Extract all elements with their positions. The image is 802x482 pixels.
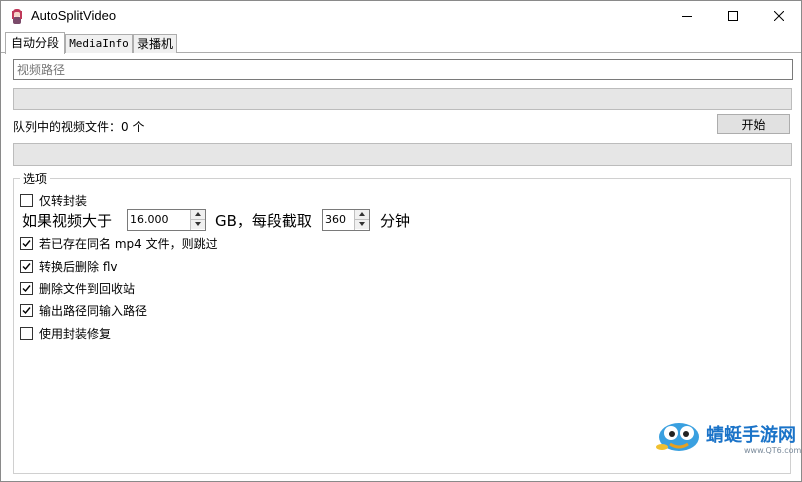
skip-existing-checkbox[interactable]: [20, 236, 33, 250]
maximize-icon: [728, 11, 738, 21]
size-gb-input[interactable]: [128, 210, 190, 228]
minimize-icon: [682, 11, 692, 21]
same-output-label: 输出路径同输入路径: [39, 303, 148, 318]
bottom-progress-bar: [13, 143, 792, 166]
same-output-checkbox[interactable]: [20, 303, 33, 317]
tab-recorder[interactable]: 录播机: [133, 34, 177, 53]
watermark-brand: 蜻蜓手游网: [706, 425, 796, 446]
start-button[interactable]: 开始: [717, 114, 790, 134]
use-fix-checkbox[interactable]: [20, 326, 33, 340]
options-group-title: 选项: [20, 170, 51, 187]
minutes-up-button[interactable]: [355, 210, 369, 220]
video-path-input[interactable]: [13, 59, 793, 80]
minutes-down-button[interactable]: [355, 220, 369, 229]
top-progress-bar: [13, 88, 792, 110]
maximize-button[interactable]: [710, 1, 756, 31]
split-suffix-label: 分钟: [380, 212, 411, 230]
title-bar[interactable]: AutoSplitVideo: [1, 1, 801, 31]
skip-existing-option[interactable]: 若已存在同名 mp4 文件，则跳过: [20, 235, 218, 251]
size-up-button[interactable]: [191, 210, 205, 220]
remux-only-checkbox[interactable]: [20, 193, 33, 207]
watermark: 蜻蜓手游网 www.QT6.com: [656, 413, 801, 471]
remux-only-option[interactable]: 仅转封装: [20, 192, 87, 208]
window-title: AutoSplitVideo: [31, 8, 117, 23]
app-window: AutoSplitVideo 自动分段 MediaInfo 录播机 队列中的视频…: [0, 0, 802, 482]
close-button[interactable]: [756, 1, 802, 31]
delete-flv-checkbox[interactable]: [20, 259, 33, 273]
minutes-spinner[interactable]: [322, 209, 370, 231]
recycle-bin-checkbox[interactable]: [20, 281, 33, 295]
delete-flv-label: 转换后删除 flv: [39, 259, 118, 274]
tab-mediainfo[interactable]: MediaInfo: [65, 34, 133, 53]
dragonfly-logo-icon: [656, 415, 702, 455]
size-down-button[interactable]: [191, 220, 205, 229]
use-fix-label: 使用封装修复: [39, 326, 112, 341]
skip-existing-label: 若已存在同名 mp4 文件，则跳过: [39, 236, 218, 251]
size-gb-spinner[interactable]: [127, 209, 206, 231]
recycle-bin-option[interactable]: 删除文件到回收站: [20, 280, 135, 296]
minutes-arrows: [354, 210, 369, 230]
remux-only-label: 仅转封装: [39, 193, 88, 208]
watermark-url: www.QT6.com: [744, 446, 802, 455]
same-output-option[interactable]: 输出路径同输入路径: [20, 302, 147, 318]
split-middle-label: GB，每段截取: [215, 212, 312, 230]
app-character-icon: [10, 8, 24, 25]
tab-auto-split[interactable]: 自动分段: [5, 32, 65, 54]
minutes-input[interactable]: [323, 210, 355, 228]
size-gb-arrows: [190, 210, 205, 230]
delete-flv-option[interactable]: 转换后删除 flv: [20, 258, 117, 274]
close-icon: [774, 11, 784, 21]
queue-count-label: 队列中的视频文件：0 个: [13, 120, 145, 134]
use-fix-option[interactable]: 使用封装修复: [20, 325, 111, 341]
split-prefix-label: 如果视频大于: [22, 212, 113, 230]
recycle-bin-label: 删除文件到回收站: [39, 281, 136, 296]
minimize-button[interactable]: [664, 1, 710, 31]
